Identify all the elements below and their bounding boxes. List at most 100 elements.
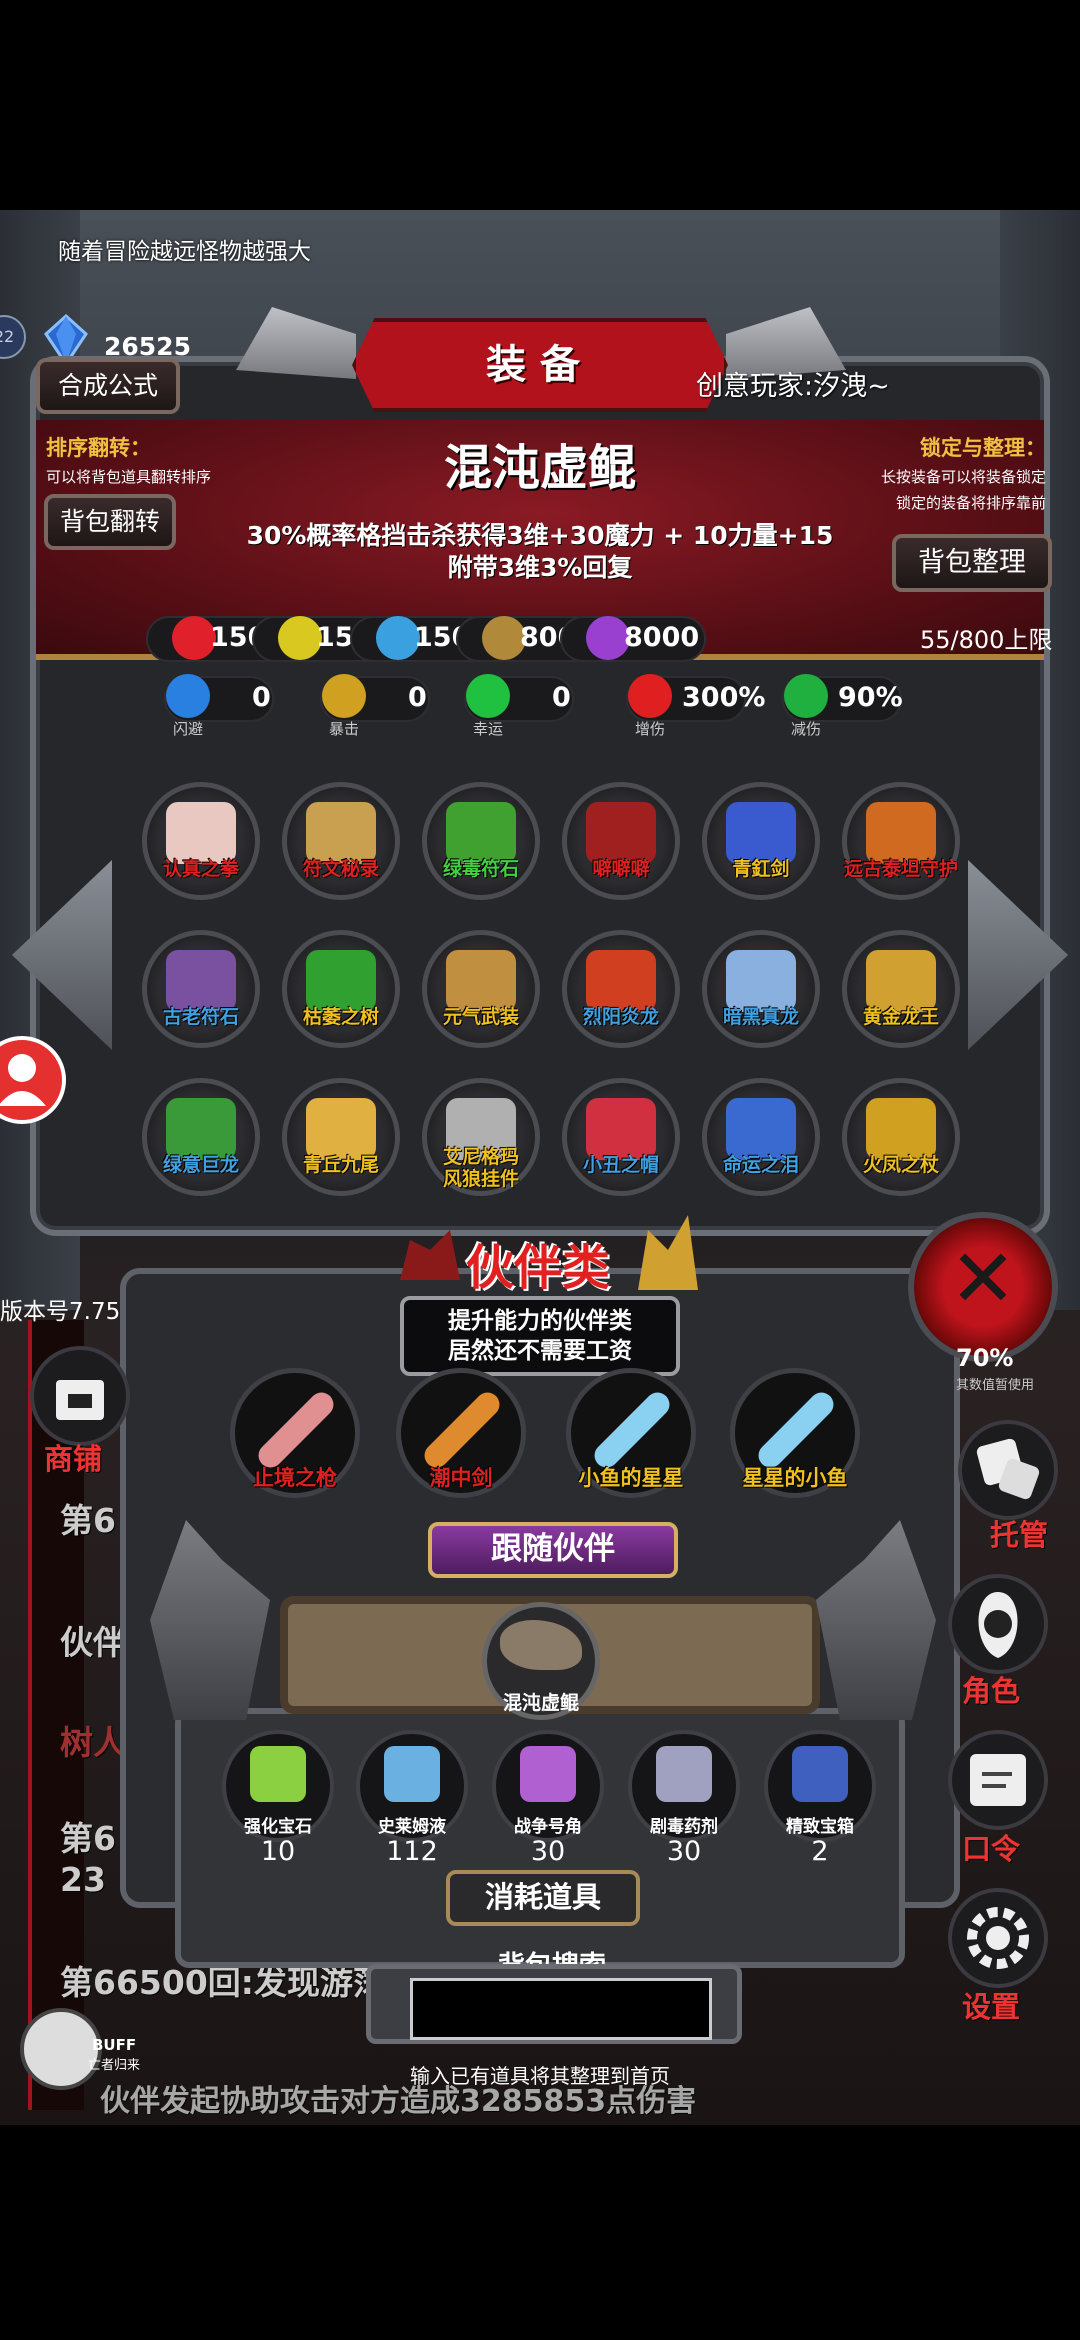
clover-icon [466,674,510,718]
auto-manage-label: 托管 [990,1518,1049,1552]
item-label: 青丘九尾 [302,1154,379,1176]
consumable-label: 剧毒药剂 [650,1817,718,1837]
bag-capacity: 55/800上限 [920,626,1053,654]
substat-label: 幸运 [472,720,503,738]
selected-item-name: 混沌虚鲲 [443,440,636,496]
item-icon [866,802,936,864]
character-label: 角色 [962,1674,1021,1708]
log-line: 树人 [60,1723,126,1762]
organize-bag-button[interactable]: 背包整理 [892,534,1052,592]
item-label: 符文秘录 [302,858,379,880]
percent-note: 其数值暂使用 [956,1378,1035,1393]
item-icon [866,1098,936,1160]
dice-icon [976,1438,1040,1500]
log-line: 第6 [60,1819,116,1858]
crit-icon [322,674,366,718]
item-icon [586,802,656,864]
stat-value: 8000 [624,622,700,653]
item-label: 烈阳炎龙 [582,1006,659,1028]
selected-item-description: 30%概率格挡击杀获得3维+30魔力 + 10力量+15附带3维3%回复 [246,521,834,582]
item-icon [586,1098,656,1160]
shop-button[interactable] [30,1346,130,1446]
item-label: 噼噼噼 [592,858,650,880]
settings-label: 设置 [962,1990,1021,2024]
buff-skull-icon[interactable] [20,2008,102,2090]
item-icon [166,802,236,864]
consumable-icon [384,1746,440,1802]
flip-bag-button[interactable]: 背包翻转 [44,494,176,550]
partner-label: 止境之枪 [253,1466,337,1490]
subtitle-line: 居然还不需要工资 [448,1338,632,1364]
dodge-icon [166,674,210,718]
consumable-icon [250,1746,306,1802]
substat-label: 增伤 [634,720,665,738]
substat-value: 0 [252,682,271,713]
consumable-icon [520,1746,576,1802]
consumable-count: 112 [386,1836,438,1867]
auto-manage-button[interactable] [958,1420,1058,1520]
redeem-code-button[interactable] [948,1730,1048,1830]
item-icon [726,1098,796,1160]
consumable-count: 30 [666,1836,702,1867]
item-label: 远古泰坦守护 [843,858,958,880]
item-icon [586,950,656,1012]
item-icon [306,950,376,1012]
item-icon [726,950,796,1012]
consumable-label: 战争号角 [514,1817,582,1837]
subtitle-line: 提升能力的伙伴类 [448,1308,632,1334]
shield-icon [784,674,828,718]
substat-value: 0 [408,682,427,713]
substat-value: 90% [838,682,903,713]
consumable-label: 精致宝箱 [786,1817,854,1837]
partner-label: 小鱼的星星 [578,1466,684,1490]
item-label: 古老符石 [162,1006,239,1028]
profile-avatar[interactable] [0,1036,66,1124]
item-label: 艾尼格玛 风狼挂件 [442,1146,519,1190]
item-icon [306,802,376,864]
log-line: 23 [60,1860,106,1899]
bag-search-input[interactable] [410,1978,712,2040]
shop-icon [56,1380,104,1420]
adventure-tip: 随着冒险越远怪物越强大 [58,239,311,265]
consumable-count: 2 [811,1836,829,1867]
consume-items-button[interactable]: 消耗道具 [446,1870,640,1926]
substat-value: 300% [682,682,766,713]
partner-label: 潮中剑 [429,1466,493,1490]
gear-icon [967,1907,1029,1969]
follow-partner-button[interactable]: 跟随伙伴 [428,1522,678,1578]
creator-credit: 创意玩家:汐洩~ [696,371,890,402]
substat-label: 闪避 [172,720,203,738]
log-line: 第6 [60,1501,116,1540]
redeem-code-label: 口令 [962,1832,1021,1866]
item-label: 黄金龙王 [862,1006,939,1028]
character-button[interactable] [948,1574,1048,1674]
consumable-icon [792,1746,848,1802]
version-label: 版本号7.75 [0,1299,121,1325]
partner-label: 星星的小鱼 [742,1466,848,1490]
close-icon: ✕ [949,1232,1017,1325]
swords-icon [628,674,672,718]
item-icon [166,1098,236,1160]
consumable-label: 史莱姆液 [378,1817,446,1837]
partner-category-title: 伙伴类 [466,1240,611,1296]
item-icon [866,950,936,1012]
item-label: 绿毒符石 [442,858,519,880]
item-icon [446,802,516,864]
item-label: 火凤之杖 [862,1154,939,1176]
scroll-icon [970,1754,1026,1806]
consumable-icon [656,1746,712,1802]
item-icon [726,802,796,864]
consumable-count: 30 [530,1836,566,1867]
equipment-title: 装备 [486,342,594,388]
user-icon [0,1054,46,1106]
item-icon [446,950,516,1012]
bag-search-hint: 输入已有道具将其整理到首页 [410,2064,670,2088]
wolf-icon [400,1230,460,1280]
substat-value: 0 [552,682,571,713]
recipe-button[interactable]: 合成公式 [36,358,180,414]
item-label: 绿意巨龙 [162,1154,239,1176]
settings-button[interactable] [948,1888,1048,1988]
consumable-label: 强化宝石 [244,1817,312,1837]
item-label: 命运之泪 [722,1154,799,1176]
consumable-count: 10 [260,1836,296,1867]
